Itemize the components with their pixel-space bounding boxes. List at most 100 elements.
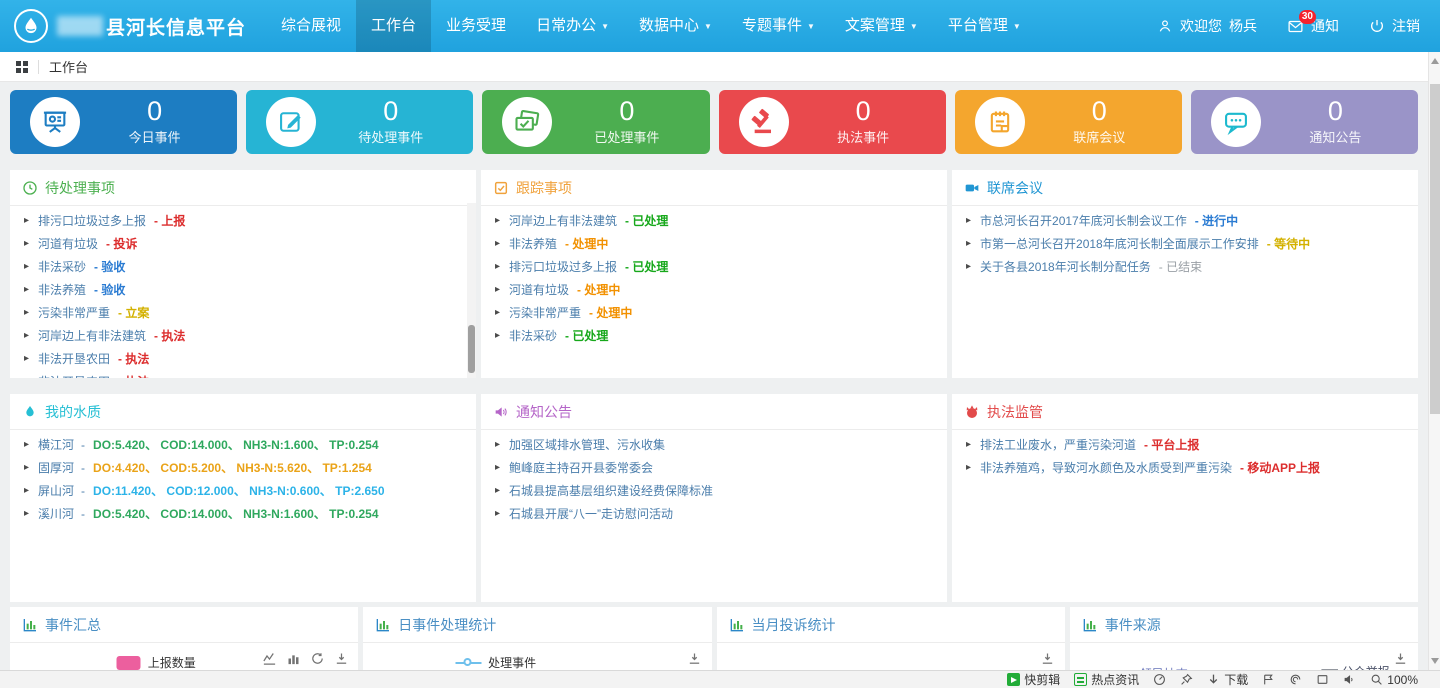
status-badge: - 上报 [154,212,185,229]
stat-card-notices[interactable]: 0通知公告 [1191,90,1418,154]
mute-button[interactable] [1343,673,1356,686]
water-quality-row[interactable]: ▸溪川河-DO:5.420、 COD:14.000、 NH3-N:1.600、 … [24,502,462,525]
legend-report-count[interactable]: 上报数量 [117,654,196,671]
stat-card-pending-events[interactable]: 0待处理事件 [246,90,473,154]
menu-item-special-events[interactable]: 专题事件▼ [727,0,830,52]
speed-mode-button[interactable] [1153,673,1166,686]
separator: - [81,438,85,452]
list-item[interactable]: ▸污染非常严重- 立案 [24,301,462,324]
download-icon[interactable] [1393,651,1408,666]
notice-item[interactable]: ▸鲍峰庭主持召开县委常委会 [495,456,933,479]
status-badge: - 处理中 [577,281,620,298]
panel-title: 通知公告 [481,394,947,430]
list-item[interactable]: ▸河道有垃圾- 处理中 [495,278,933,301]
pin-button[interactable] [1180,673,1193,686]
stat-card-enforcement-events[interactable]: 0执法事件 [719,90,946,154]
enforcement-item[interactable]: ▸非法养殖鸡，导致河水颜色及水质受到严重污染- 移动APP上报 [966,456,1404,479]
scroll-down-arrow[interactable] [1431,658,1439,664]
water-metrics: DO:5.420、 COD:14.000、 NH3-N:1.600、 TP:0.… [93,505,378,522]
stat-card-joint-meetings[interactable]: 0联席会议 [955,90,1182,154]
list-item[interactable]: ▸非法养殖- 验收 [24,278,462,301]
caret-icon: ▸ [24,215,29,226]
menu-item-overview[interactable]: 综合展视 [266,0,356,52]
download-icon[interactable] [1040,651,1055,666]
download-icon[interactable] [334,651,349,666]
stat-label: 待处理事件 [316,127,465,146]
list-item[interactable]: ▸非法采砂- 验收 [24,255,462,278]
chart-title: 日事件处理统计 [363,607,711,643]
notifications-button[interactable]: 30 通知 [1287,16,1339,36]
grid-icon[interactable] [16,61,28,73]
list-item[interactable]: ▸排污口垃圾过多上报- 上报 [24,209,462,232]
enforcement-item[interactable]: ▸排法工业废水，严重污染河道- 平台上报 [966,433,1404,456]
status-badge: - 执法 [154,327,185,344]
water-quality-row[interactable]: ▸固厚河-DO:4.420、 COD:5.200、 NH3-N:5.620、 T… [24,456,462,479]
chevron-down-icon: ▼ [704,1,712,53]
bar-chart-toggle-icon[interactable] [286,651,301,666]
list-item[interactable]: ▸河岸边上有非法建筑- 执法 [24,324,462,347]
menu-item-workbench[interactable]: 工作台 [356,0,431,52]
status-badge: - 进行中 [1195,212,1238,229]
scrollbar-thumb[interactable] [1430,84,1440,414]
downloads-button[interactable]: 下载 [1207,671,1248,688]
logout-button[interactable]: 注销 [1369,16,1420,36]
caret-icon: ▸ [24,307,29,318]
stat-card-today-events[interactable]: 0今日事件 [10,90,237,154]
list-item[interactable]: ▸市总河长召开2017年底河长制会议工作- 进行中 [966,209,1404,232]
scrollbar-thumb[interactable] [468,325,475,373]
list-item[interactable]: ▸排污口垃圾过多上报- 已处理 [495,255,933,278]
theme-button[interactable] [1289,673,1302,686]
scroll-up-arrow[interactable] [1431,58,1439,64]
page-scrollbar[interactable] [1428,52,1440,670]
notice-item[interactable]: ▸石城县开展“八一”走访慰问活动 [495,502,933,525]
line-chart-toggle-icon[interactable] [262,651,277,666]
list-item[interactable]: ▸非法开垦农田- 执法 [24,347,462,370]
panel-scrollbar[interactable] [467,203,476,378]
separator: - [81,461,85,475]
stat-card-processed-events[interactable]: 0已处理事件 [482,90,709,154]
zoom-control[interactable]: 100% [1370,673,1418,687]
boss-key-button[interactable] [1316,673,1329,686]
list-item[interactable]: ▸河道有垃圾- 投诉 [24,232,462,255]
list-item[interactable]: ▸关于各县2018年河长制分配任务- 已结束 [966,255,1404,278]
menu-item-data-center[interactable]: 数据中心▼ [624,0,727,52]
menu-item-business[interactable]: 业务受理 [431,0,521,52]
chevron-down-icon: ▼ [910,1,918,53]
legend-processed-events[interactable]: 处理事件 [455,654,536,671]
stat-value: 0 [316,98,465,126]
list-item[interactable]: ▸河岸边上有非法建筑- 已处理 [495,209,933,232]
notice-item[interactable]: ▸加强区域排水管理、污水收集 [495,433,933,456]
app-logo-icon [14,9,48,43]
panel-tracking-items: 跟踪事项 ▸河岸边上有非法建筑- 已处理 ▸非法养殖- 处理中 ▸排污口垃圾过多… [481,170,947,378]
menu-item-document-mgmt[interactable]: 文案管理▼ [830,0,933,52]
zoom-level: 100% [1387,673,1418,687]
list-item[interactable]: ▸市第一总河长召开2018年底河长制全面展示工作安排- 等待中 [966,232,1404,255]
notice-item[interactable]: ▸石城县提高基层组织建设经费保障标准 [495,479,933,502]
brand[interactable]: 县河长信息平台 [0,0,266,52]
quick-editor-button[interactable]: 快剪辑 [1007,671,1060,688]
chart-title: 事件汇总 [10,607,358,643]
caret-icon: ▸ [966,439,971,450]
caret-icon: ▸ [495,238,500,249]
water-quality-row[interactable]: ▸横江河-DO:5.420、 COD:14.000、 NH3-N:1.600、 … [24,433,462,456]
list-item[interactable]: ▸非法开垦农田- 执法 [24,370,462,378]
refresh-icon[interactable] [310,651,325,666]
list-item[interactable]: ▸污染非常严重- 处理中 [495,301,933,324]
swirl-icon [1289,673,1302,686]
download-icon[interactable] [687,651,702,666]
navbar-right: 欢迎您 杨兵 30 通知 注销 [1157,0,1440,52]
notepad-icon [975,97,1025,147]
panel-law-enforcement: 执法监管 ▸排法工业废水，严重污染河道- 平台上报 ▸非法养殖鸡，导致河水颜色及… [952,394,1418,602]
caret-icon: ▸ [966,462,971,473]
user-welcome[interactable]: 欢迎您 杨兵 [1157,16,1257,36]
list-item[interactable]: ▸非法采砂- 已处理 [495,324,933,347]
list-item[interactable]: ▸非法养殖- 处理中 [495,232,933,255]
window-icon [1316,673,1329,686]
report-button[interactable] [1262,673,1275,686]
panel-pending-items: 待处理事项 ▸排污口垃圾过多上报- 上报 ▸河道有垃圾- 投诉 ▸非法采砂- 验… [10,170,476,378]
menu-item-daily-office[interactable]: 日常办公▼ [521,0,624,52]
breadcrumb-divider [38,60,39,74]
water-quality-row[interactable]: ▸屏山河-DO:11.420、 COD:12.000、 NH3-N:0.600、… [24,479,462,502]
hot-news-button[interactable]: 热点资讯 [1074,671,1139,688]
menu-item-platform-mgmt[interactable]: 平台管理▼ [933,0,1036,52]
